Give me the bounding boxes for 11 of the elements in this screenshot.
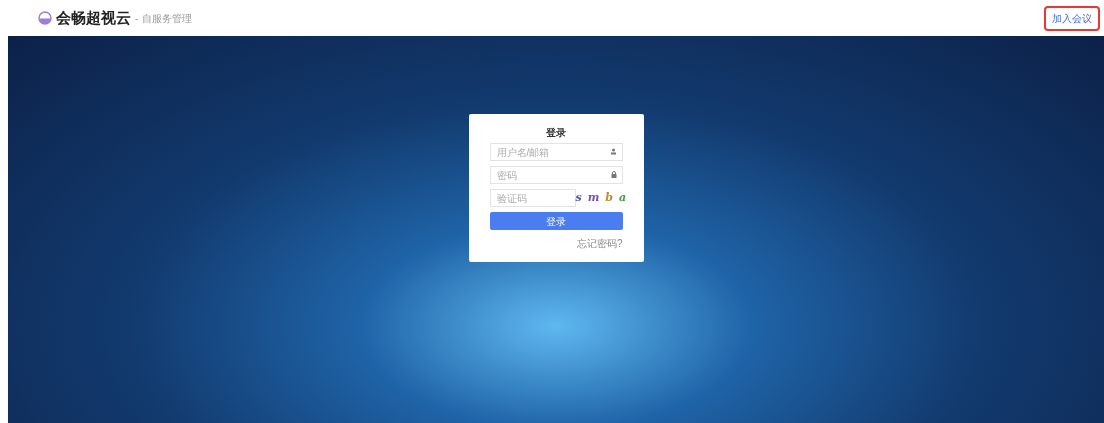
username-field[interactable]: 用户名/邮箱	[489, 143, 623, 161]
password-field[interactable]: 密码	[489, 166, 623, 184]
separator: -	[135, 11, 139, 26]
join-meeting-link[interactable]: 加入会议	[1044, 5, 1100, 31]
login-button[interactable]: 登录	[489, 212, 623, 230]
brand-name: 会畅超视云	[56, 7, 131, 28]
forgot-password-link[interactable]: 忘记密码?	[576, 236, 623, 251]
subtitle: 自服务管理	[142, 11, 193, 26]
captcha-field[interactable]: 验证码	[489, 189, 576, 207]
captcha-image[interactable]: s m b a	[575, 189, 627, 207]
login-title: 登录	[546, 126, 566, 140]
